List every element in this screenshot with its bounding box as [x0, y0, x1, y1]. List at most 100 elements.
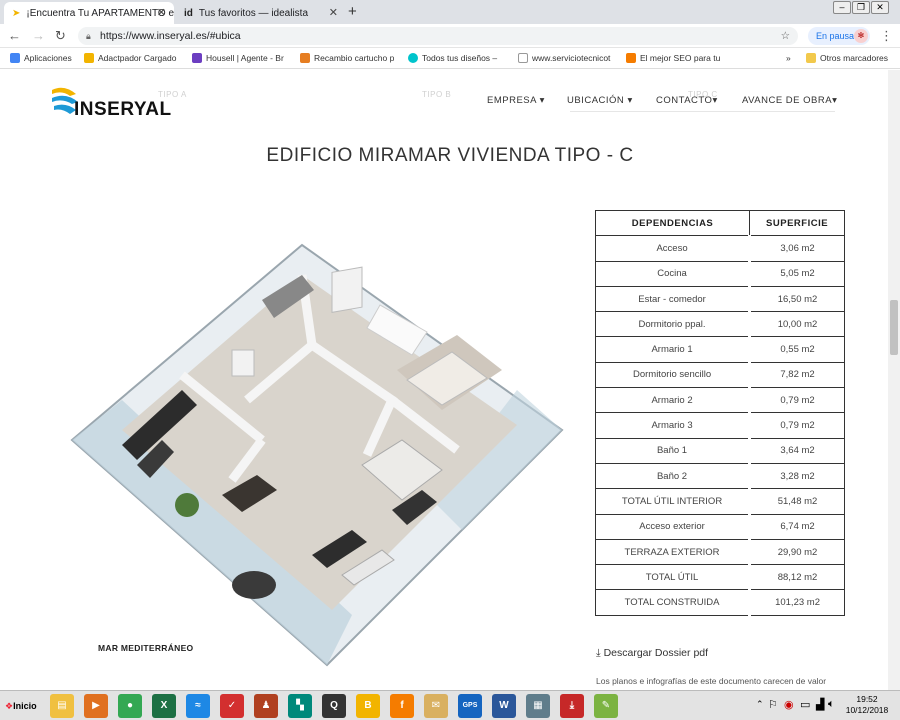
network-icon[interactable]: ▭: [800, 698, 810, 711]
room-area: 3,28 m2: [748, 462, 845, 490]
other-bookmarks[interactable]: Otros marcadores: [806, 53, 888, 63]
address-bar-row: ← → ↻ 🔒︎ https://www.inseryal.es/#ubica …: [0, 24, 900, 48]
gps-icon[interactable]: GPS: [458, 694, 482, 718]
profile-avatar-icon: ✻: [854, 29, 868, 43]
app-blue-icon[interactable]: ≈: [186, 694, 210, 718]
pdf-icon[interactable]: ⤓: [560, 694, 584, 718]
room-name: TOTAL CONSTRUIDA: [594, 589, 751, 616]
room-area: 0,55 m2: [748, 336, 845, 363]
reload-icon[interactable]: ↻: [55, 28, 66, 44]
security-icon[interactable]: ◉: [784, 698, 794, 711]
app-search-icon[interactable]: Q: [322, 694, 346, 718]
surfaces-table: DEPENDENCIAS SUPERFICIE Acceso 3,06 m2 Co…: [594, 209, 845, 616]
word-icon[interactable]: W: [492, 694, 516, 718]
app-green-icon[interactable]: ▚: [288, 694, 312, 718]
new-tab-icon[interactable]: +: [348, 3, 357, 20]
caret-down-icon: ▾: [712, 95, 718, 106]
disclaimer-text: Los planos e infografías de este documen…: [596, 676, 827, 686]
nav-empresa[interactable]: EMPRESA ▾: [487, 95, 545, 106]
pause-label: En pausa: [816, 31, 855, 41]
bookmark-item[interactable]: Adactpador Cargado: [84, 53, 180, 63]
table-row: TERRAZA EXTERIOR 29,90 m2: [594, 538, 845, 566]
tray-expand-icon[interactable]: ⌃: [756, 699, 764, 710]
star-icon[interactable]: ☆: [781, 27, 790, 45]
ghost-tab: TIPO B: [422, 90, 452, 99]
media-icon[interactable]: ▶: [84, 694, 108, 718]
close-tab-icon[interactable]: ✕: [329, 6, 338, 19]
room-area: 3,64 m2: [748, 437, 845, 464]
idealista-favicon-icon: id: [184, 7, 193, 19]
ghost-tab: TIPO A: [158, 90, 187, 99]
address-bar[interactable]: 🔒︎ https://www.inseryal.es/#ubica ☆: [78, 27, 798, 45]
start-button[interactable]: ❖Inicio: [2, 696, 42, 716]
room-name: Baño 1: [594, 437, 751, 464]
nav-avance-de-obra[interactable]: AVANCE DE OBRA▾: [742, 95, 837, 106]
table-row: Baño 1 3,64 m2: [594, 437, 845, 464]
table-row: Acceso exterior 6,74 m2: [594, 513, 845, 540]
more-bookmarks-icon[interactable]: »: [786, 53, 791, 63]
close-tab-icon[interactable]: ✕: [157, 6, 166, 19]
room-name: Dormitorio ppal.: [594, 311, 751, 338]
browser-tab-strip: ➤ ¡Encuentra Tu APARTAMENTO e ✕ id Tus f…: [0, 0, 900, 24]
bookmark-item[interactable]: Todos tus diseños –: [408, 53, 506, 63]
back-icon[interactable]: ←: [8, 28, 21, 43]
app-red-icon[interactable]: ✓: [220, 694, 244, 718]
room-name: TOTAL ÚTIL: [594, 564, 751, 591]
caret-down-icon: ▾: [539, 95, 545, 106]
column-header-dependencias: DEPENDENCIAS: [594, 209, 751, 237]
download-dossier-link[interactable]: ⤓ Descargar Dossier pdf: [596, 647, 708, 660]
room-area: 88,12 m2: [748, 564, 845, 591]
forward-icon[interactable]: →: [32, 28, 45, 43]
nav-ubicacion[interactable]: UBICACIÓN ▾: [567, 95, 633, 106]
table-row: Baño 2 3,28 m2: [594, 462, 845, 490]
table-row: Acceso 3,06 m2: [594, 235, 845, 262]
room-name: Dormitorio sencillo: [594, 361, 751, 389]
chrome-icon[interactable]: ●: [118, 694, 142, 718]
plan-caption: MAR MEDITERRÁNEO: [98, 643, 194, 653]
bookmark-apps[interactable]: Aplicaciones: [10, 53, 72, 63]
column-header-superficie: SUPERFICIE: [749, 209, 845, 237]
page-icon: [518, 53, 528, 63]
floor-plan-image: [70, 243, 564, 667]
room-area: 0,79 m2: [748, 412, 845, 439]
mail-icon[interactable]: ✉: [424, 694, 448, 718]
tab-label: ¡Encuentra Tu APARTAMENTO e: [26, 7, 174, 19]
room-name: Acceso exterior: [594, 513, 751, 540]
windows-taskbar: ❖Inicio ⌃ ⚐ ◉ ▭ ▟ 🔈︎ 19:52 10/12/2018 ▤ ▶…: [0, 690, 900, 720]
bookmark-item[interactable]: Housell | Agente - Br: [192, 53, 290, 63]
scrollbar-thumb[interactable]: [890, 300, 898, 355]
folder-icon[interactable]: ▤: [50, 694, 74, 718]
bookmark-item[interactable]: El mejor SEO para tu: [626, 53, 724, 63]
caret-down-icon: ▾: [832, 95, 838, 106]
excel-icon[interactable]: X: [152, 694, 176, 718]
caret-down-icon: ▾: [627, 95, 633, 106]
system-clock[interactable]: 19:52 10/12/2018: [838, 694, 896, 716]
bookmark-icon: [626, 53, 636, 63]
tab-inseryal[interactable]: ➤ ¡Encuentra Tu APARTAMENTO e ✕: [4, 2, 174, 24]
room-area: 29,90 m2: [748, 538, 845, 566]
bookmark-item[interactable]: www.serviciotecnicot: [518, 53, 616, 63]
tab-idealista[interactable]: id Tus favoritos — idealista ✕: [176, 2, 346, 24]
bookmark-icon: [300, 53, 310, 63]
restore-window-icon[interactable]: ❐: [852, 1, 870, 14]
apps-grid-icon: [10, 53, 20, 63]
sync-paused-button[interactable]: En pausa ✻: [808, 27, 870, 45]
table-row: Armario 1 0,55 m2: [594, 336, 845, 363]
app-orange-icon[interactable]: f: [390, 694, 414, 718]
menu-dots-icon[interactable]: ⋮: [880, 28, 893, 44]
page-scrollbar[interactable]: [888, 70, 900, 690]
room-area: 6,74 m2: [748, 513, 845, 540]
page-title: EDIFICIO MIRAMAR VIVIENDA TIPO - C: [266, 145, 634, 166]
close-window-icon[interactable]: ✕: [871, 1, 889, 14]
app-b-icon[interactable]: B: [356, 694, 380, 718]
bookmark-item[interactable]: Recambio cartucho p: [300, 53, 398, 63]
signal-icon[interactable]: ▟: [816, 698, 824, 711]
volume-icon[interactable]: 🔈︎: [828, 698, 835, 711]
nav-contacto[interactable]: CONTACTO▾: [656, 95, 718, 106]
app-person-icon[interactable]: ♟: [254, 694, 278, 718]
app-pen-icon[interactable]: ✎: [594, 694, 618, 718]
minimize-window-icon[interactable]: –: [833, 1, 851, 14]
app-doc-icon[interactable]: ▦: [526, 694, 550, 718]
flag-icon[interactable]: ⚐: [768, 698, 778, 711]
folder-icon: [806, 53, 816, 63]
